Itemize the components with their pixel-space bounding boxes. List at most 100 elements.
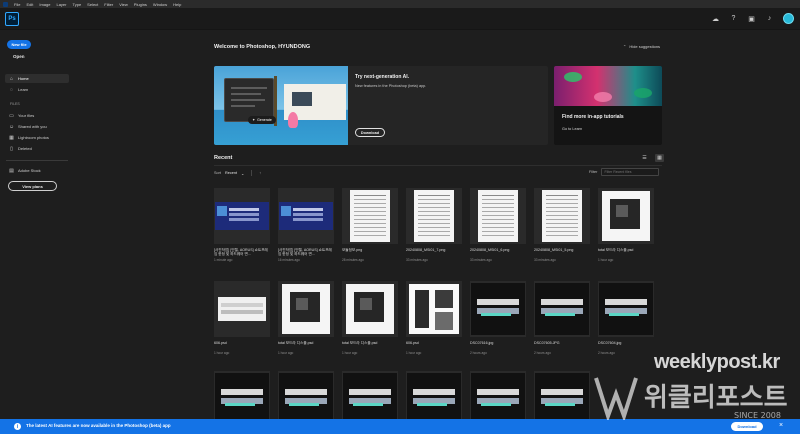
file-name: DSC07616.jpg	[470, 341, 494, 345]
promo-title: Try next-generation AI.	[355, 74, 409, 80]
file-thumbnail[interactable]	[406, 188, 462, 244]
file-card[interactable]: 20240808_MSI01_6.png 33 minutes ago	[470, 188, 526, 262]
menu-plugins[interactable]: Plugins	[134, 2, 147, 7]
file-card[interactable]: 606.psd 1 hour ago	[214, 281, 270, 355]
help-icon[interactable]: ?	[729, 14, 738, 23]
file-thumbnail[interactable]	[534, 188, 590, 244]
file-card[interactable]: DSC07616.jpg 2 hours ago	[470, 281, 526, 355]
menu-layer[interactable]: Layer	[56, 2, 66, 7]
file-name: total 보드라 디스플.psd	[278, 341, 314, 345]
file-name: total 보드라 디스플.psd	[598, 248, 634, 252]
sidebar-item-shared[interactable]: ☺ Shared with you	[5, 122, 69, 131]
sidebar-item-learn[interactable]: ◌ Learn	[5, 85, 69, 94]
file-thumbnail[interactable]	[598, 188, 654, 244]
hide-suggestions-button[interactable]: ⌃ Hide suggestions	[623, 44, 660, 49]
file-thumbnail[interactable]	[214, 281, 270, 337]
menu-edit[interactable]: Edit	[26, 2, 33, 7]
tutorials-card[interactable]: Find more in-app tutorials Go to Learn	[554, 66, 662, 145]
sort-select[interactable]: Recent ⌄	[225, 171, 244, 176]
file-thumbnail[interactable]	[214, 188, 270, 244]
file-card[interactable]: 20240808_MSI01_7.png 33 minutes ago	[406, 188, 462, 262]
file-thumbnail[interactable]	[278, 281, 334, 337]
file-card[interactable]: [사진작업] [인텔, AORUS] 쇼트프레임 한정 및 하드웨어 변... 1…	[278, 188, 334, 262]
file-card[interactable]: [사진작업] [인텔, AORUS] 쇼트프레임 한정 및 하드웨어 변... 1…	[214, 188, 270, 262]
cloud-icon[interactable]: ☁	[711, 14, 720, 23]
ps-mini-icon	[3, 1, 8, 7]
grid-view-icon[interactable]: ▦	[655, 154, 664, 162]
sort-direction-icon[interactable]: ↑	[259, 171, 261, 175]
svg-text:SINCE 2008: SINCE 2008	[734, 411, 781, 420]
lightbulb-icon: ◌	[10, 86, 13, 93]
file-card[interactable]: total 보드라 디스플.psd 1 hour ago	[278, 281, 334, 355]
open-button[interactable]: Open	[13, 54, 25, 59]
svg-text:위클리포스트: 위클리포스트	[644, 383, 788, 413]
file-name: DSC07605.JPG	[534, 341, 560, 345]
file-thumbnail[interactable]	[342, 188, 398, 244]
menu-help[interactable]: Help	[173, 2, 181, 7]
file-card[interactable]: 모듈정보.png 28 minutes ago	[342, 188, 398, 262]
file-modified: 2 hours ago	[470, 351, 487, 355]
file-modified: 16 minutes ago	[278, 258, 300, 262]
file-name: 20240808_MSI01_6.png	[470, 248, 510, 252]
view-plans-button[interactable]: View plans	[8, 181, 57, 191]
close-icon[interactable]: ×	[779, 422, 783, 429]
promo-subtitle: New features in the Photoshop (beta) app…	[355, 84, 427, 88]
file-thumbnail[interactable]	[470, 281, 526, 337]
filter-input[interactable]	[601, 168, 660, 176]
sidebar-item-label: Shared with you	[18, 124, 47, 129]
file-thumbnail[interactable]	[534, 281, 590, 337]
sort-bar: Sort Recent ⌄ ↑	[214, 170, 261, 176]
banner-download-button[interactable]: Download	[731, 422, 763, 431]
people-icon: ☺	[8, 123, 15, 130]
file-modified: 1 hour ago	[342, 351, 358, 355]
ai-promo-card: ✦ Generate Try next-generation AI. New f…	[214, 66, 548, 145]
gift-icon[interactable]: ▣	[747, 14, 756, 23]
file-card[interactable]: total 보드라 디스플.psd 1 hour ago	[598, 188, 654, 262]
file-thumbnail[interactable]	[406, 281, 462, 337]
promo-image: ✦ Generate	[214, 66, 348, 145]
file-modified: 1 hour ago	[278, 351, 294, 355]
menu-file[interactable]: File	[14, 2, 20, 7]
file-thumbnail[interactable]	[470, 188, 526, 244]
sidebar-item-your-files[interactable]: ▭ Your files	[5, 111, 69, 120]
photoshop-logo[interactable]: Ps	[5, 12, 19, 26]
avatar[interactable]	[783, 13, 794, 24]
divider	[6, 160, 68, 161]
generate-chip: ✦ Generate	[248, 116, 276, 124]
menu-image[interactable]: Image	[39, 2, 50, 7]
menu-filter[interactable]: Filter	[104, 2, 113, 7]
file-thumbnail[interactable]	[342, 281, 398, 337]
sidebar-item-label: Your files	[18, 113, 35, 118]
file-card[interactable]: total 보드라 디스플.psd 1 hour ago	[342, 281, 398, 355]
sidebar: New file Open ⌂ Home ◌ Learn FILES ▭ You…	[0, 30, 75, 434]
list-view-icon[interactable]: ☰	[640, 154, 649, 162]
go-to-learn-link[interactable]: Go to Learn	[562, 127, 582, 131]
sidebar-item-home[interactable]: ⌂ Home	[5, 74, 69, 83]
file-thumbnail[interactable]	[598, 281, 654, 337]
file-card[interactable]: DSC07605.JPG 2 hours ago	[534, 281, 590, 355]
menu-select[interactable]: Select	[87, 2, 98, 7]
chevron-down-icon: ⌄	[241, 171, 245, 176]
file-name: 20240808_MSI01_5.png	[534, 248, 574, 252]
sidebar-item-adobe-stock[interactable]: ▤ Adobe Stock	[5, 166, 69, 175]
menu-window[interactable]: Window	[153, 2, 167, 7]
filter-label: Filter	[589, 170, 598, 174]
new-file-button[interactable]: New file	[7, 40, 31, 49]
download-beta-button[interactable]: Download	[355, 128, 385, 137]
bell-icon[interactable]: ♪	[765, 14, 774, 23]
files-section-header: FILES	[10, 102, 20, 106]
file-modified: 1 hour ago	[598, 258, 614, 262]
file-modified: 1 minute ago	[214, 258, 233, 262]
sort-label: Sort	[214, 171, 221, 175]
menu-view[interactable]: View	[119, 2, 128, 7]
banner-text: The latest AI features are now available…	[26, 423, 171, 428]
file-card[interactable]: 20240808_MSI01_5.png 33 minutes ago	[534, 188, 590, 262]
file-modified: 1 hour ago	[406, 351, 422, 355]
file-card[interactable]: DSC07604.jpg 2 hours ago	[598, 281, 654, 355]
sidebar-item-deleted[interactable]: ▯ Deleted	[5, 144, 69, 153]
sidebar-item-lightroom[interactable]: ▦ Lightroom photos	[5, 133, 69, 142]
file-thumbnail[interactable]	[278, 188, 334, 244]
menu-type[interactable]: Type	[73, 2, 82, 7]
sort-value: Recent	[224, 171, 237, 175]
file-card[interactable]: 606.psd 1 hour ago	[406, 281, 462, 355]
